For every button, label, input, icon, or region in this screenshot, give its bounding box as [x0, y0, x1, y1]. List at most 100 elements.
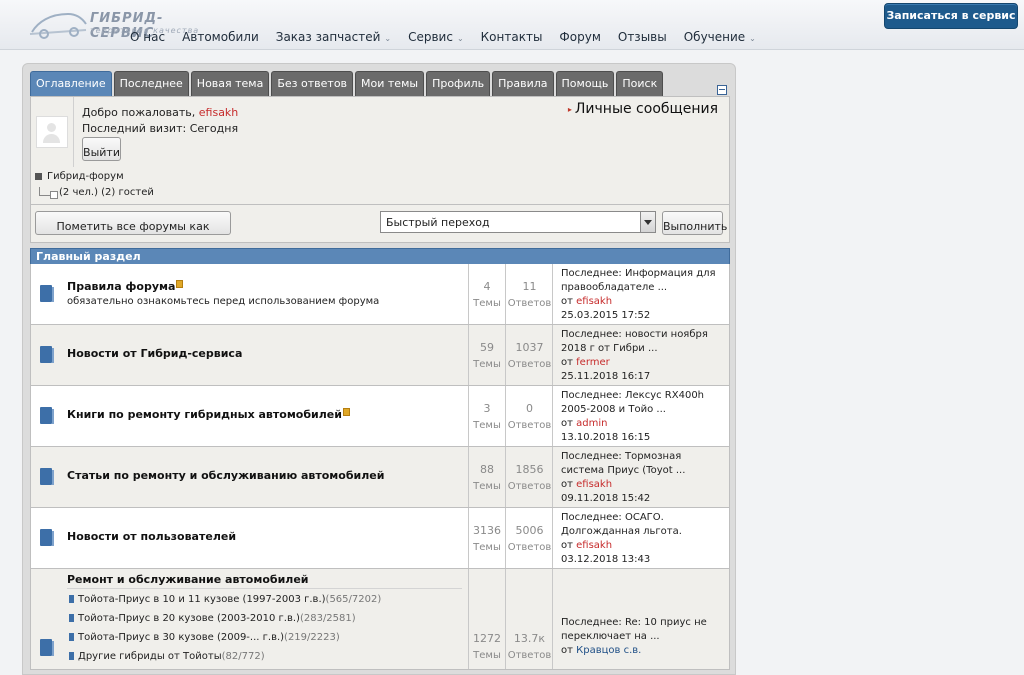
last-post-author[interactable]: Кравцов с.в.	[576, 645, 641, 656]
last-visit: Последний визит: Сегодня	[82, 122, 239, 135]
last-post-author[interactable]: efisakh	[576, 296, 612, 307]
avatar[interactable]	[36, 116, 68, 148]
forum-title[interactable]: Правила форума	[67, 280, 184, 293]
tab-new-topic[interactable]: Новая тема	[190, 71, 270, 96]
subforum-link[interactable]: Тойота-Приус в 10 и 11 кузове (1997-2003…	[69, 594, 381, 605]
forum-container: Оглавление Последнее Новая тема Без отве…	[22, 63, 736, 675]
topics-cell: 4 Темы	[468, 264, 505, 324]
arrow-right-icon: ▸	[567, 104, 572, 114]
tab-rules[interactable]: Правила	[492, 71, 554, 96]
go-button[interactable]: Выполнить	[662, 211, 727, 235]
forum-table: Правила форума обязательно ознакомьтесь …	[30, 264, 730, 670]
breadcrumb: Гибрид-форум	[35, 171, 124, 182]
avatar-box	[31, 97, 74, 167]
tab-profile[interactable]: Профиль	[426, 71, 491, 96]
last-post-link[interactable]: Последнее: Тормозная система Приус (Toyo…	[561, 450, 725, 478]
topics-cell: 3 Темы	[468, 386, 505, 446]
forum-folder-icon	[40, 529, 54, 546]
mark-all-read-button[interactable]: Пометить все форумы как прочитанные	[35, 211, 231, 263]
subforum-divider	[67, 588, 462, 589]
tab-latest[interactable]: Последнее	[113, 71, 189, 96]
forum-title[interactable]: Новости от пользователей	[67, 530, 236, 543]
category-header[interactable]: Главный раздел	[30, 248, 730, 265]
last-post-link[interactable]: Последнее: новости ноября 2018 г от Гибр…	[561, 328, 725, 356]
last-post-author[interactable]: admin	[576, 418, 607, 429]
forum-title[interactable]: Статьи по ремонту и обслуживанию автомоб…	[67, 469, 384, 482]
last-post-date: 03.12.2018 13:43	[561, 554, 651, 565]
last-post-date: 13.10.2018 16:15	[561, 432, 651, 443]
tab-index[interactable]: Оглавление	[30, 71, 112, 96]
online-panel: Гибрид-форум (2 чел.) (2) гостей	[30, 167, 730, 205]
nav-item-contacts[interactable]: Контакты	[481, 30, 543, 44]
private-messages-link[interactable]: ▸ Личные сообщения	[568, 101, 718, 117]
topics-cell: 59 Темы	[468, 325, 505, 385]
forum-folder-icon	[40, 407, 54, 424]
forum-title[interactable]: Книги по ремонту гибридных автомобилей	[67, 408, 350, 421]
main-nav: О нас Автомобили Заказ запчастей ⌄ Сервис…	[130, 30, 773, 44]
forum-row: Новости от пользователей 3136 Темы 5006 …	[30, 508, 730, 569]
forum-row: Правила форума обязательно ознакомьтесь …	[30, 264, 730, 325]
last-post-date: 25.03.2015 17:52	[561, 310, 651, 321]
last-post-author[interactable]: efisakh	[576, 540, 612, 551]
forum-folder-icon	[40, 639, 54, 656]
forum-folder-icon	[40, 346, 54, 363]
actions-bar: Пометить все форумы как прочитанные Быст…	[30, 205, 730, 263]
tab-help[interactable]: Помощь	[555, 71, 615, 96]
last-post-link[interactable]: Последнее: Лексус RX400h 2005-2008 и Той…	[561, 389, 725, 417]
lock-icon	[342, 408, 350, 416]
last-post-link[interactable]: Последнее: ОСАГО. Долгожданная льгота.	[561, 511, 725, 539]
last-post-cell: Последнее: новости ноября 2018 г от Гибр…	[552, 325, 729, 385]
welcome-text: Добро пожаловать, efisakh	[82, 106, 239, 119]
forum-row: Ремонт и обслуживание автомобилей Тойота…	[30, 569, 730, 670]
chevron-down-icon: ⌄	[749, 34, 756, 43]
last-post-author[interactable]: fermer	[576, 357, 610, 368]
nav-item-forum[interactable]: Форум	[559, 30, 600, 44]
last-post-cell: Последнее: Информация для правообладател…	[552, 264, 729, 324]
tab-search[interactable]: Поиск	[616, 71, 664, 96]
subforum-icon	[69, 633, 74, 641]
username-link[interactable]: efisakh	[199, 106, 239, 119]
forum-title[interactable]: Новости от Гибрид-сервиса	[67, 347, 242, 360]
logout-button[interactable]: Выйти	[82, 137, 121, 161]
replies-cell: 1037 Ответов	[505, 325, 553, 385]
topics-cell: 3136 Темы	[468, 508, 505, 568]
last-post-date: 25.11.2018 16:17	[561, 371, 651, 382]
last-post-link[interactable]: Последнее: Информация для правообладател…	[561, 267, 725, 295]
topics-cell: 1272 Темы	[468, 569, 505, 669]
subforum-link[interactable]: Тойота-Приус в 20 кузове (2003-2010 г.в.…	[69, 613, 356, 624]
subforum-link[interactable]: Другие гибриды от Тойоты(82/772)	[69, 651, 265, 662]
last-post-cell: Последнее: Лексус RX400h 2005-2008 и Той…	[552, 386, 729, 446]
quick-jump-select[interactable]: Быстрый переход	[380, 211, 656, 233]
collapse-icon[interactable]	[717, 85, 727, 95]
nav-item-reviews[interactable]: Отзывы	[618, 30, 667, 44]
subforum-icon	[69, 595, 74, 603]
subforum-icon	[69, 652, 74, 660]
last-post-author[interactable]: efisakh	[576, 479, 612, 490]
site-header: ГИБРИД-СЕРВИС территория качества О нас …	[0, 0, 1024, 50]
nav-item-parts[interactable]: Заказ запчастей ⌄	[276, 30, 391, 44]
nav-item-cars[interactable]: Автомобили	[182, 30, 259, 44]
forum-row: Книги по ремонту гибридных автомобилей 3…	[30, 386, 730, 447]
nav-item-about[interactable]: О нас	[130, 30, 165, 44]
nav-item-service[interactable]: Сервис ⌄	[408, 30, 464, 44]
replies-cell: 11 Ответов	[505, 264, 553, 324]
last-post-link[interactable]: Последнее: Re: 10 приус не переключает н…	[561, 616, 725, 644]
chevron-down-icon: ⌄	[384, 34, 392, 43]
online-users: (2 чел.) (2) гостей	[35, 187, 154, 199]
book-service-button[interactable]: Записаться в сервис	[884, 3, 1018, 29]
subforum-link[interactable]: Тойота-Приус в 30 кузове (2009-... г.в.)…	[69, 632, 340, 643]
topics-cell: 88 Темы	[468, 447, 505, 507]
forum-description: обязательно ознакомьтесь перед использов…	[67, 296, 380, 307]
subforum-icon	[69, 614, 74, 622]
replies-cell: 0 Ответов	[505, 386, 553, 446]
replies-cell: 13.7к Ответов	[505, 569, 553, 669]
tab-unanswered[interactable]: Без ответов	[271, 71, 354, 96]
last-post-cell: Последнее: Re: 10 приус не переключает н…	[552, 569, 729, 669]
dropdown-arrow-icon[interactable]	[640, 212, 655, 232]
last-post-date: 09.11.2018 15:42	[561, 493, 651, 504]
last-post-cell: Последнее: Тормозная система Приус (Toyo…	[552, 447, 729, 507]
tab-my-topics[interactable]: Мои темы	[355, 71, 425, 96]
welcome-panel: Добро пожаловать, efisakh Последний визи…	[30, 96, 730, 168]
forum-title[interactable]: Ремонт и обслуживание автомобилей	[67, 573, 309, 586]
nav-item-training[interactable]: Обучение ⌄	[684, 30, 756, 44]
